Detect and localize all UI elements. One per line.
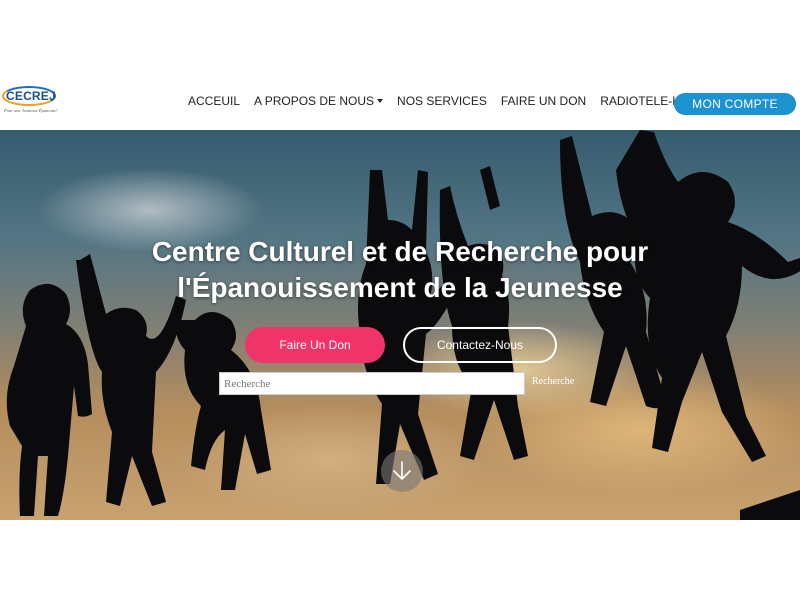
scroll-down-button[interactable] [381,450,423,492]
nav-item-label: A PROPOS DE NOUS [254,94,375,108]
nav-item-label: FAIRE UN DON [500,94,587,108]
site-logo[interactable]: CECREJ Pour une Jeunesse Épanouie! [2,86,58,114]
nav-item-a-propos[interactable]: A PROPOS DE NOUS [254,94,384,108]
caret-down-icon [377,99,384,103]
logo-text: CECREJ [6,89,56,103]
nav-item-faire-un-don[interactable]: FAIRE UN DON [501,94,586,108]
main-nav: ACCEUIL A PROPOS DE NOUS NOS SERVICES FA… [188,94,712,108]
hero-title-line-1: Centre Culturel et de Recherche pour [151,236,649,267]
contact-button[interactable]: Contactez-Nous [403,327,557,363]
hero-title: Centre Culturel et de Recherche pour l'É… [0,234,800,306]
search-button[interactable]: Recherche [532,376,574,387]
hero-banner: Centre Culturel et de Recherche pour l'É… [0,130,800,520]
search-input[interactable] [219,372,525,395]
nav-item-accueil[interactable]: ACCEUIL [188,94,240,108]
nav-item-label: NOS SERVICES [397,94,487,108]
arrow-down-icon [393,461,411,480]
page: CECREJ Pour une Jeunesse Épanouie! ACCEU… [0,0,800,600]
hero-title-line-2: l'Épanouissement de la Jeunesse [177,272,623,303]
nav-item-label: ACCEUIL [188,94,241,108]
donate-button[interactable]: Faire Un Don [245,327,385,363]
logo-tagline: Pour une Jeunesse Épanouie! [4,108,58,113]
my-account-button[interactable]: MON COMPTE [674,93,796,115]
nav-item-services[interactable]: NOS SERVICES [397,94,487,108]
navbar: CECREJ Pour une Jeunesse Épanouie! ACCEU… [0,78,800,130]
